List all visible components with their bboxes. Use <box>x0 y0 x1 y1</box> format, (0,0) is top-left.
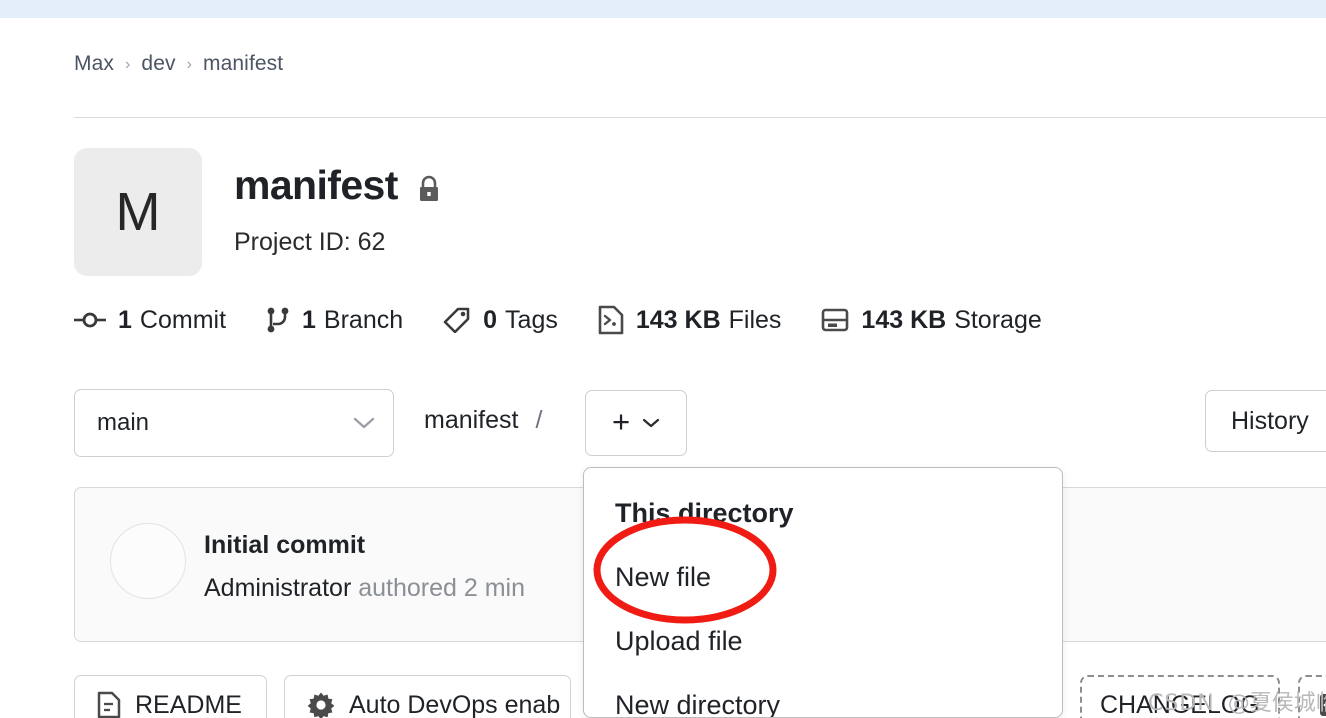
file-doc-icon <box>97 691 121 718</box>
project-stats: 1 Commit 1 Branch 0 Tags 143 KB Files 14… <box>74 305 1042 335</box>
commit-icon <box>74 309 106 331</box>
page-root: Max › dev › manifest M manifest Project … <box>0 0 1326 718</box>
top-band <box>0 0 1326 18</box>
branch-selector[interactable]: main <box>74 389 394 457</box>
branch-name: main <box>97 409 150 436</box>
storage-icon <box>821 307 849 333</box>
watermark: CSDN @夏侯城临 <box>1148 685 1326 717</box>
file-path-breadcrumb: manifest / <box>424 406 542 435</box>
breadcrumb-item-subgroup[interactable]: dev <box>141 52 175 76</box>
breadcrumb-item-project[interactable]: manifest <box>203 52 283 76</box>
watermark-source: CSDN <box>1148 691 1215 716</box>
avatar <box>110 523 186 599</box>
chevron-down-icon <box>642 417 660 429</box>
files-icon <box>598 305 624 335</box>
stat-storage[interactable]: 143 KB Storage <box>821 305 1042 335</box>
chevron-down-icon <box>353 416 375 430</box>
page-title: manifest <box>234 162 398 208</box>
header-divider <box>74 117 1326 118</box>
tag-icon <box>443 307 471 333</box>
lock-icon <box>416 174 442 204</box>
commit-message[interactable]: Initial commit <box>204 531 365 560</box>
stat-label: Commit <box>139 305 227 334</box>
breadcrumb: Max › dev › manifest <box>74 52 283 76</box>
add-to-tree-button[interactable]: + <box>585 390 687 456</box>
breadcrumb-separator: › <box>124 56 131 73</box>
auto-devops-button-label: Auto DevOps enab <box>349 690 561 718</box>
stat-commits[interactable]: 1 Commit <box>74 306 226 335</box>
history-button[interactable]: History <box>1205 390 1326 452</box>
dropdown-item-new-directory[interactable]: New directory <box>615 690 780 717</box>
dropdown-item-new-file[interactable]: New file <box>615 562 711 593</box>
add-to-tree-dropdown: This directory New file Upload file New … <box>583 467 1063 718</box>
stat-value: 1 <box>302 305 316 334</box>
branch-icon <box>266 307 290 333</box>
stat-branches[interactable]: 1 Branch <box>266 306 403 335</box>
readme-button[interactable]: README <box>74 675 267 718</box>
auto-devops-button[interactable]: Auto DevOps enab <box>284 675 572 718</box>
stat-tags[interactable]: 0 Tags <box>443 306 558 335</box>
project-quick-actions: README Auto DevOps enab <box>74 675 572 718</box>
commit-author[interactable]: Administrator <box>204 574 351 602</box>
breadcrumb-separator: › <box>186 56 193 73</box>
gear-icon <box>307 691 335 718</box>
stat-label: Branch <box>323 305 404 334</box>
path-separator: / <box>535 406 543 434</box>
project-avatar: M <box>74 148 202 276</box>
stat-files[interactable]: 143 KB Files <box>598 305 782 335</box>
stat-value: 143 KB <box>861 305 947 334</box>
path-segment-root[interactable]: manifest <box>424 406 518 434</box>
project-title-row: manifest <box>234 162 442 209</box>
project-avatar-letter: M <box>115 182 161 242</box>
commit-timestamp: authored 2 min <box>358 574 525 602</box>
stat-value: 0 <box>483 305 498 334</box>
plus-icon: + <box>611 403 631 439</box>
history-button-label: History <box>1231 406 1309 435</box>
commit-meta: Administrator authored 2 min <box>204 574 525 603</box>
stat-value: 143 KB <box>635 305 721 334</box>
dropdown-item-upload-file[interactable]: Upload file <box>615 626 743 657</box>
stat-label: Tags <box>505 305 558 334</box>
stat-label: Storage <box>954 305 1042 334</box>
stat-label: Files <box>728 305 782 334</box>
breadcrumb-item-group[interactable]: Max <box>74 52 114 76</box>
stat-value: 1 <box>118 305 132 334</box>
watermark-handle: @夏侯城临 <box>1227 691 1326 716</box>
readme-button-label: README <box>135 690 242 718</box>
dropdown-section-header: This directory <box>615 498 794 528</box>
project-id: Project ID: 62 <box>234 228 386 256</box>
